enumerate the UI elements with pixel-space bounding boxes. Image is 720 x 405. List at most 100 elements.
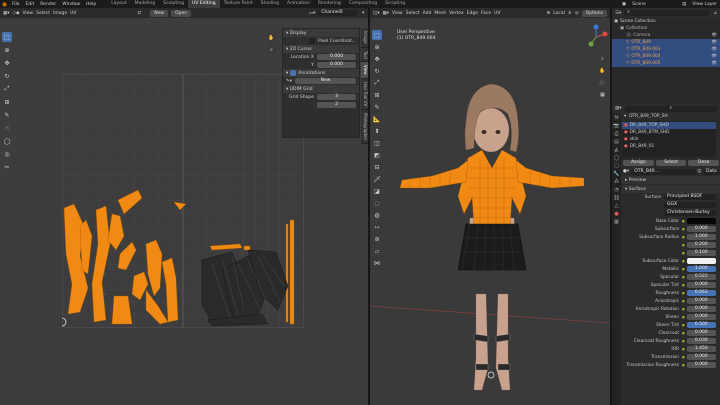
property-value-field[interactable]: 0.000 (686, 226, 716, 232)
render-tab-icon[interactable]: 📷 (613, 123, 619, 129)
grab-icon[interactable]: ☝ (2, 123, 12, 133)
tab-layout[interactable]: Layout (107, 0, 130, 8)
surface-shader-select[interactable]: Principled BSDF (664, 194, 716, 200)
material-slot-3[interactable]: ● skin (622, 136, 716, 143)
modifier-tab-icon[interactable]: 🔧 (613, 171, 619, 177)
physics-tab-icon[interactable]: ◔ (614, 187, 618, 193)
cursor-panel-header[interactable]: ▾ 2D Cursor (283, 45, 359, 53)
socket-icon[interactable]: ● (682, 323, 685, 327)
properties-editor-icon[interactable]: ▤▾ (615, 106, 622, 111)
visibility-eye-icon[interactable]: 👁 (712, 33, 717, 38)
uv-menu-view[interactable]: View (22, 11, 33, 16)
view-layer-selector[interactable]: View Layer (689, 2, 720, 7)
scene-collection-row[interactable]: ▣ Scene Collection (612, 18, 720, 25)
property-value-field[interactable] (686, 258, 716, 264)
menu-render[interactable]: Render (37, 2, 59, 7)
vp-menu-view[interactable]: View (392, 11, 403, 16)
grid-shape-y-field[interactable]: 2 (317, 102, 356, 108)
socket-icon[interactable]: ● (682, 315, 685, 319)
pan-hand-icon[interactable]: ✋ (267, 33, 276, 42)
tab-hair-tool-uv[interactable]: Hair Tool UV (361, 78, 368, 111)
tab-tool[interactable]: Tool (361, 47, 368, 63)
property-value-field[interactable]: 0.100 (686, 250, 716, 256)
socket-icon[interactable]: ● (682, 363, 685, 367)
rip-icon[interactable]: ✂ (2, 162, 12, 172)
property-value-field[interactable]: 0.000 (686, 298, 716, 304)
uv-menu-image[interactable]: Image (53, 11, 67, 16)
tab-rendering[interactable]: Rendering (314, 0, 345, 8)
material-name-field[interactable]: OTR_B49... (631, 168, 696, 175)
outliner-item[interactable]: ▽ OTR_B49 👁 (612, 39, 720, 46)
orientation-select[interactable]: Local (553, 11, 565, 16)
data-tab-icon[interactable]: △ (615, 203, 619, 209)
tab-view[interactable]: View (361, 62, 368, 79)
vp-menu-vertex[interactable]: Vertex (449, 11, 463, 16)
outliner-item[interactable]: ▽ OTR_B49.003 👁 (612, 46, 720, 53)
tab-uv-editing[interactable]: UV Editing (188, 0, 220, 8)
visibility-eye-icon[interactable]: 👁 (712, 47, 717, 52)
vp-menu-uv[interactable]: UV (494, 11, 500, 16)
output-tab-icon[interactable]: ⎙ (614, 131, 618, 137)
fake-user-icon[interactable]: ⛨ (698, 169, 701, 175)
socket-icon[interactable]: ● (682, 259, 685, 263)
visibility-eye-icon[interactable]: 👁 (712, 61, 717, 66)
property-value-field[interactable]: 0.000 (686, 354, 716, 360)
property-value-field[interactable]: 0.000 (686, 314, 716, 320)
tab-image[interactable]: Image (361, 28, 368, 48)
socket-icon[interactable]: ● (682, 291, 685, 295)
menu-edit[interactable]: Edit (23, 2, 38, 7)
cursor-icon[interactable]: ⊕ (2, 45, 12, 55)
properties-search-icon[interactable]: ⌕ (624, 105, 717, 112)
vp-menu-face[interactable]: Face (481, 11, 491, 16)
property-value-field[interactable] (686, 218, 716, 224)
property-value-field[interactable]: 0.522 (686, 274, 716, 280)
tab-modeling[interactable]: Modeling (131, 0, 159, 8)
filter-icon[interactable]: ⊿ (713, 11, 717, 16)
select-button[interactable]: Select (655, 159, 687, 166)
socket-icon[interactable]: ● (682, 307, 685, 311)
scale-icon[interactable]: ⤢ (2, 84, 12, 94)
outliner-item[interactable]: ▽ OTR_B49.005 👁 (612, 60, 720, 67)
property-value-field[interactable]: 1.000 (686, 234, 716, 240)
outliner-editor-icon[interactable]: ☰▾ (615, 11, 621, 16)
view-mode-icon[interactable]: ▭▾ (309, 11, 316, 16)
socket-icon[interactable]: ● (682, 219, 685, 223)
view-layer-tab-icon[interactable]: ▤ (614, 139, 619, 145)
property-value-field[interactable]: 0.000 (686, 362, 716, 368)
zoom-icon[interactable]: ⌕ (267, 45, 276, 54)
material-slot-2[interactable]: ● DR_B49_BTM_SHD (622, 129, 716, 136)
uv-canvas[interactable] (62, 74, 304, 328)
scene-tab-icon[interactable]: ◭ (615, 147, 619, 153)
outliner-item[interactable]: ▽ OTR_B49.004 👁 (612, 53, 720, 60)
display-panel-header[interactable]: ▾ Display (283, 29, 359, 37)
cursor-y-field[interactable]: 0.000 (317, 62, 356, 68)
subsurface-method-select[interactable]: Christensen-Burley (664, 210, 716, 216)
menu-file[interactable]: File (9, 2, 23, 7)
socket-icon[interactable]: ● (682, 251, 685, 255)
udim-panel-header[interactable]: ▾ UDIM Grid (283, 85, 359, 93)
tab-compositing[interactable]: Compositing (345, 0, 381, 8)
rotate-icon[interactable]: ↻ (2, 71, 12, 81)
material-slot-list[interactable]: ● DR_B49_TOP_SHD ● DR_B49_BTM_SHD ● skin ● D… (622, 121, 716, 157)
link-data-select[interactable]: Data (703, 168, 719, 175)
tab-texture-paint[interactable]: Texture Paint (220, 0, 257, 8)
character-model[interactable] (370, 18, 610, 405)
select-box-icon[interactable]: ⬚ (2, 32, 12, 42)
property-value-field[interactable]: 1.450 (686, 346, 716, 352)
texture-tab-icon[interactable]: ▦ (614, 219, 619, 225)
socket-icon[interactable]: ● (682, 355, 685, 359)
editor-type-icon[interactable]: ▦▾ (3, 11, 10, 16)
constraints-tab-icon[interactable]: ⛓ (613, 195, 619, 201)
tab-shading[interactable]: Shading (257, 0, 283, 8)
material-browse-icon[interactable]: ●▾ (623, 169, 629, 174)
snap-icon[interactable]: ⋔ (568, 11, 572, 16)
preview-panel-header[interactable]: ▸ Preview (622, 176, 720, 184)
annotations-new-button[interactable]: New (295, 78, 356, 84)
outliner-item[interactable]: ▣ Collection (612, 25, 720, 32)
annotation-pen-icon[interactable]: ✎▾ (286, 79, 292, 84)
relax-icon[interactable]: ◯ (2, 136, 12, 146)
socket-icon[interactable]: ● (682, 235, 685, 239)
particles-tab-icon[interactable]: ⁂ (614, 179, 619, 185)
property-value-field[interactable]: 0.030 (686, 338, 716, 344)
uv-menu-uv[interactable]: UV (70, 11, 76, 16)
